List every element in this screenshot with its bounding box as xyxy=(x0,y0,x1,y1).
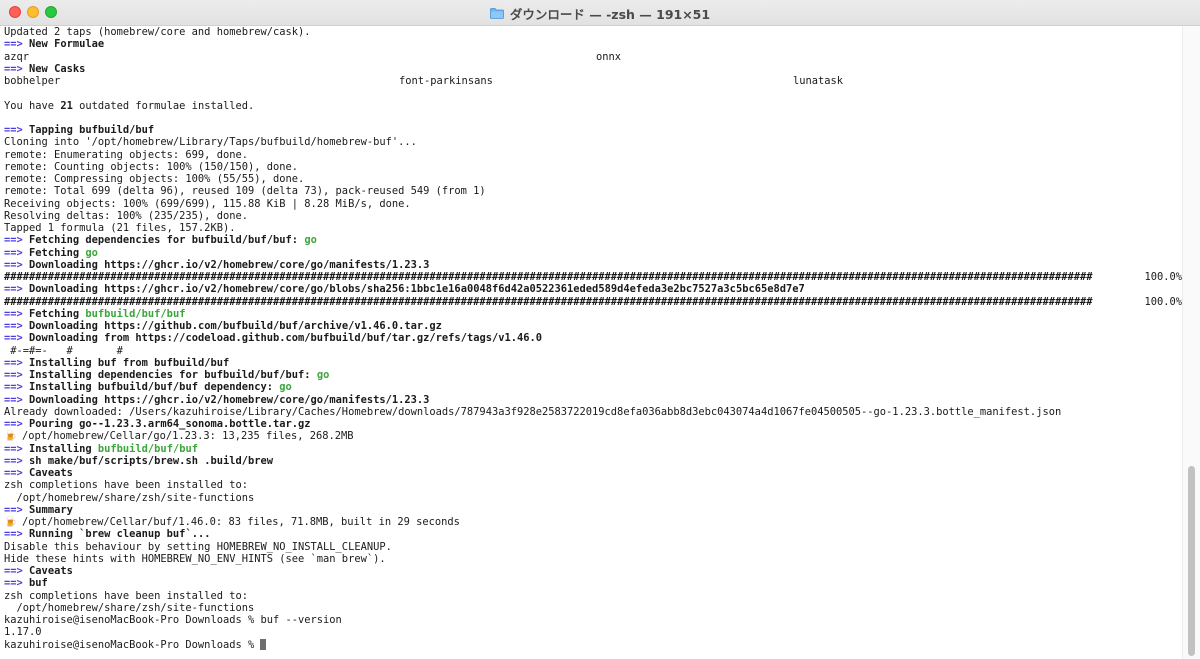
terminal-line: ==> Pouring go--1.23.3.arm64_sonoma.bott… xyxy=(4,418,311,430)
prompt-arrow: ==> xyxy=(4,393,23,406)
terminal-line: Resolving deltas: 100% (235/235), done. xyxy=(4,209,248,222)
prompt-arrow: ==> xyxy=(4,454,23,467)
terminal-line: Disable this behaviour by setting HOMEBR… xyxy=(4,540,392,553)
terminal-line: Already downloaded: /Users/kazuhiroise/L… xyxy=(4,405,1062,418)
prompt-arrow: ==> xyxy=(4,418,23,430)
progress-bar-line: ########################################… xyxy=(4,271,1182,283)
terminal-line: Hide these hints with HOMEBREW_NO_ENV_HI… xyxy=(4,552,386,565)
terminal-line: Updated 2 taps (homebrew/core and homebr… xyxy=(4,26,311,38)
terminal-line: bobhelper font-parkinsans lunatask xyxy=(4,75,844,87)
progress-bar-line: ########################################… xyxy=(4,295,1182,308)
terminal-line: remote: Compressing objects: 100% (55/55… xyxy=(4,173,305,185)
terminal-line: kazuhiroise@isenoMacBook-Pro Downloads %… xyxy=(4,614,1182,626)
prompt-arrow: ==> xyxy=(4,62,23,75)
prompt-arrow: ==> xyxy=(4,577,23,590)
terminal-line: 🍺/opt/homebrew/Cellar/go/1.23.3: 13,235 … xyxy=(4,430,354,443)
progress-percent: 100.0% xyxy=(1144,271,1182,283)
folder-icon xyxy=(490,7,504,19)
terminal-line: #-=#=- # # xyxy=(4,344,123,357)
text-cursor xyxy=(260,638,267,650)
prompt-arrow: ==> xyxy=(4,38,23,51)
terminal-line: ==> Installing buf from bufbuild/buf xyxy=(4,356,230,369)
terminal-line: /opt/homebrew/share/zsh/site-functions xyxy=(4,601,255,614)
terminal-line: ==> Caveats xyxy=(4,565,73,577)
prompt-arrow: ==> xyxy=(4,307,23,320)
terminal-line: Cloning into '/opt/homebrew/Library/Taps… xyxy=(4,136,417,149)
prompt-arrow: ==> xyxy=(4,246,23,259)
shell-prompt-command: kazuhiroise@isenoMacBook-Pro Downloads %… xyxy=(4,614,342,626)
terminal-line: zsh completions have been installed to: xyxy=(4,589,248,602)
terminal-line: ==> Caveats xyxy=(4,467,73,479)
terminal-output[interactable]: Updated 2 taps (homebrew/core and homebr… xyxy=(4,26,1182,659)
prompt-arrow: ==> xyxy=(4,528,23,541)
beer-mug-icon: 🍺 xyxy=(4,430,17,443)
prompt-arrow: ==> xyxy=(4,332,23,345)
prompt-arrow: ==> xyxy=(4,320,23,332)
terminal-line: azqr onnx xyxy=(4,50,622,63)
terminal-line: ==> sh make/buf/scripts/brew.sh .build/b… xyxy=(4,454,274,467)
terminal-line: ==> Installing bufbuild/buf/buf dependen… xyxy=(4,381,292,394)
terminal-window: ダウンロード — -zsh — 191×51 Updated 2 taps (h… xyxy=(0,0,1200,659)
prompt-arrow: ==> xyxy=(4,565,23,577)
terminal-line: ==> New Formulae xyxy=(4,38,105,51)
terminal-line: remote: Enumerating objects: 699, done. xyxy=(4,148,248,161)
terminal-line: ==> Tapping bufbuild/buf xyxy=(4,124,155,136)
prompt-arrow: ==> xyxy=(4,234,23,247)
prompt-arrow: ==> xyxy=(4,283,23,296)
terminal-line: remote: Counting objects: 100% (150/150)… xyxy=(4,160,299,173)
terminal-line: ==> Downloading https://github.com/bufbu… xyxy=(4,320,442,332)
prompt-arrow: ==> xyxy=(4,124,23,136)
terminal-line: ==> Downloading https://ghcr.io/v2/homeb… xyxy=(4,258,430,271)
terminal-line: ==> Fetching bufbuild/buf/buf xyxy=(4,307,186,320)
command-output: 1.17.0 xyxy=(4,626,42,639)
terminal-line: ==> Summary xyxy=(4,503,73,516)
terminal-line: ==> Downloading https://ghcr.io/v2/homeb… xyxy=(4,283,805,296)
terminal-line: 🍺/opt/homebrew/Cellar/buf/1.46.0: 83 fil… xyxy=(4,516,460,528)
title-bar[interactable]: ダウンロード — -zsh — 191×51 xyxy=(0,0,1200,26)
prompt-arrow: ==> xyxy=(4,442,23,455)
progress-percent: 100.0% xyxy=(1144,295,1182,308)
terminal-line: ==> Fetching dependencies for bufbuild/b… xyxy=(4,234,317,247)
terminal-line: 1.17.0 xyxy=(4,626,1182,638)
terminal-line: ==> Downloading from https://codeload.gi… xyxy=(4,332,543,345)
prompt-arrow: ==> xyxy=(4,381,23,394)
prompt-arrow: ==> xyxy=(4,467,23,479)
scrollbar-thumb[interactable] xyxy=(1188,466,1195,656)
terminal-line: Receiving objects: 100% (699/699), 115.8… xyxy=(4,197,411,210)
terminal-line: ==> Fetching go xyxy=(4,246,98,259)
vertical-scrollbar[interactable] xyxy=(1182,26,1200,659)
terminal-line: ==> New Casks xyxy=(4,62,86,75)
terminal-line: Tapped 1 formula (21 files, 157.2KB). xyxy=(4,222,236,234)
shell-prompt: kazuhiroise@isenoMacBook-Pro Downloads % xyxy=(4,638,261,651)
terminal-line: ==> Installing bufbuild/buf/buf xyxy=(4,442,198,455)
window-title: ダウンロード — -zsh — 191×51 xyxy=(509,6,711,22)
terminal-line: remote: Total 699 (delta 96), reused 109… xyxy=(4,185,486,198)
prompt-arrow: ==> xyxy=(4,503,23,516)
terminal-line: zsh completions have been installed to: xyxy=(4,479,248,492)
terminal-line: ==> buf xyxy=(4,577,48,590)
terminal-line: ==> Running `brew cleanup buf`... xyxy=(4,528,211,541)
window-title-area: ダウンロード — -zsh — 191×51 xyxy=(0,0,1200,26)
terminal-line: /opt/homebrew/share/zsh/site-functions xyxy=(4,491,255,504)
prompt-arrow: ==> xyxy=(4,369,23,381)
active-prompt-line[interactable]: kazuhiroise@isenoMacBook-Pro Downloads % xyxy=(4,638,1182,651)
prompt-arrow: ==> xyxy=(4,258,23,271)
beer-mug-icon: 🍺 xyxy=(4,516,17,528)
prompt-arrow: ==> xyxy=(4,356,23,369)
terminal-line: ==> Downloading https://ghcr.io/v2/homeb… xyxy=(4,393,430,406)
terminal-line: ==> Installing dependencies for bufbuild… xyxy=(4,369,330,381)
terminal-line: You have 21 outdated formulae installed. xyxy=(4,99,255,112)
